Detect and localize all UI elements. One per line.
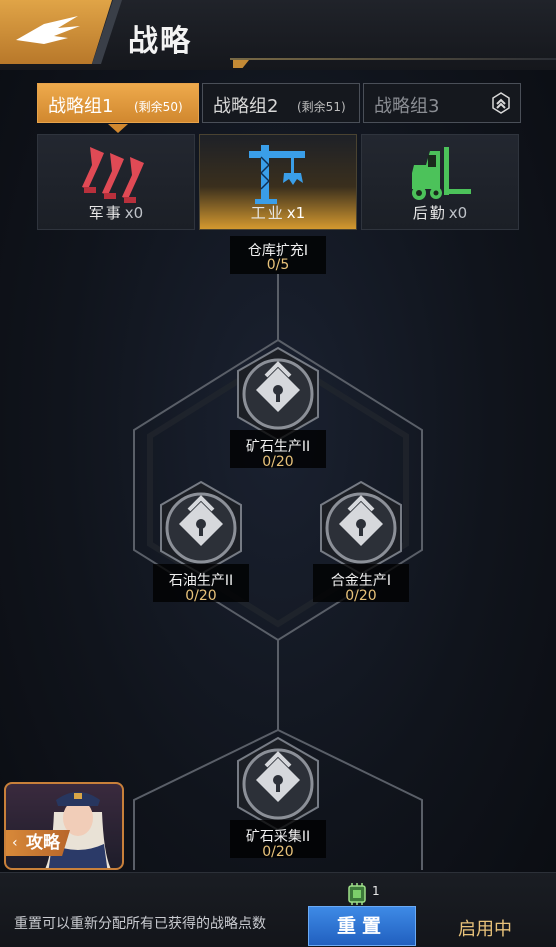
node-progress: 0/20 (262, 844, 294, 860)
tab-label: 战略组2 (213, 96, 279, 117)
skill-tree: 仓库扩充I 0/5 矿石生产II 0/20 石油生产II 0/20 合金生产I … (0, 230, 556, 870)
reset-hint: 重置可以重新分配所有已获得的战略点数 (14, 916, 266, 932)
category-military[interactable]: 军事 x0 (37, 134, 195, 230)
status-active: 启用中 (458, 919, 512, 940)
tab-strategy-group-1[interactable]: 战略组1 (剩余50) (37, 83, 199, 123)
node-name: 合金生产I (330, 573, 392, 589)
node-progress: 0/20 (185, 588, 217, 604)
forklift-icon (412, 147, 471, 200)
node-name: 矿石生产II (245, 439, 311, 455)
locked-skill-icon (160, 480, 242, 576)
crane-icon (249, 145, 305, 204)
strategy-chip-icon (348, 883, 366, 905)
locked-skill-icon (320, 480, 402, 576)
reset-button[interactable]: 重置 (308, 906, 416, 946)
missiles-icon (82, 147, 144, 203)
locked-skill-icon (237, 346, 319, 442)
node-name: 石油生产II (168, 573, 234, 589)
tab-remaining: (剩余51) (297, 100, 346, 114)
tab-strategy-group-3[interactable]: 战略组3 (363, 83, 521, 123)
locked-upgrade-icon (492, 92, 510, 114)
node-progress: 0/5 (266, 257, 290, 273)
header-divider (230, 58, 556, 60)
category-logistics[interactable]: 后勤 x0 (361, 134, 519, 230)
guide-button[interactable]: 攻略 ‹ (4, 782, 124, 870)
node-progress: 0/20 (345, 588, 377, 604)
active-tab-pointer (108, 124, 128, 133)
page-title: 战略 (128, 24, 192, 59)
footer-bar: 重置可以重新分配所有已获得的战略点数 1 重置 启用中 (0, 872, 556, 947)
tab-label: 战略组1 (48, 96, 114, 117)
node-progress: 0/20 (262, 454, 294, 470)
node-name: 矿石采集II (245, 829, 311, 845)
category-label: 后勤 x0 (412, 204, 468, 222)
tab-strategy-group-2[interactable]: 战略组2 (剩余51) (202, 83, 360, 123)
chevron-left-icon: ‹ (12, 835, 18, 851)
category-label: 工业 x1 (250, 204, 306, 222)
strategy-group-tabs: 战略组1 (剩余50) 战略组2 (剩余51) 战略组3 (37, 83, 521, 125)
tab-label: 战略组3 (374, 96, 440, 117)
category-industry[interactable]: 工业 x1 (199, 134, 357, 230)
locked-skill-icon (237, 736, 319, 832)
category-label: 军事 x0 (88, 204, 144, 222)
tab-remaining: (剩余50) (134, 100, 183, 114)
advisor-avatar (45, 792, 111, 868)
header-marker (233, 60, 249, 68)
header-bar: 战略 (0, 0, 556, 70)
reset-cost: 1 (372, 884, 380, 898)
eagle-back-icon (16, 16, 80, 44)
